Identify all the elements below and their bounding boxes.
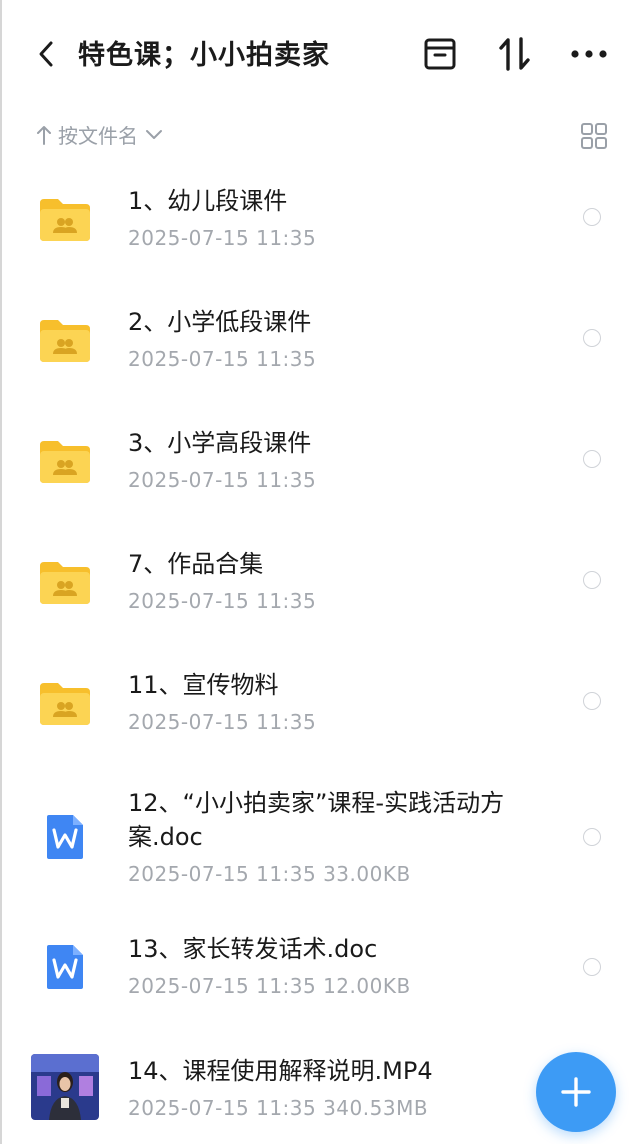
file-name: 1、幼儿段课件 xyxy=(128,187,288,215)
file-meta: 2025-07-15 11:35 xyxy=(128,226,317,250)
sort-arrows-icon xyxy=(499,37,530,71)
list-item[interactable]: 1、幼儿段课件 2025-07-15 11:35 xyxy=(0,170,640,280)
word-doc-icon xyxy=(34,936,96,998)
more-dots-icon xyxy=(571,50,607,58)
file-name: 11、宣传物料 xyxy=(128,671,279,699)
file-meta: 2025-07-15 11:35 xyxy=(128,347,317,371)
folder-icon xyxy=(34,188,96,250)
select-radio[interactable] xyxy=(583,208,601,226)
file-name: 3、小学高段课件 xyxy=(128,429,312,457)
file-name-line-1: 12、“小小拍卖家”课程-实践活动方 xyxy=(128,789,505,817)
chevron-left-icon xyxy=(39,41,53,67)
archive-button[interactable] xyxy=(418,32,462,76)
sort-label: 按文件名 xyxy=(58,124,138,148)
select-radio[interactable] xyxy=(583,329,601,347)
file-meta: 2025-07-15 11:35 12.00KB xyxy=(128,974,411,998)
page-title: 特色课；小小拍卖家 xyxy=(78,40,330,71)
folder-icon xyxy=(34,430,96,492)
back-button[interactable] xyxy=(28,34,64,74)
select-radio[interactable] xyxy=(583,958,601,976)
list-item[interactable]: 12、“小小拍卖家”课程-实践活动方 案.doc 2025-07-15 11:3… xyxy=(0,784,640,904)
folder-icon xyxy=(34,309,96,371)
sort-button[interactable] xyxy=(493,32,537,76)
archive-box-icon xyxy=(424,38,456,70)
folder-icon xyxy=(34,672,96,734)
file-meta: 2025-07-15 11:35 xyxy=(128,589,317,613)
add-button[interactable] xyxy=(536,1052,616,1132)
select-radio[interactable] xyxy=(583,571,601,589)
select-radio[interactable] xyxy=(583,450,601,468)
folder-icon xyxy=(34,551,96,613)
file-name: 14、课程使用解释说明.MP4 xyxy=(128,1057,433,1085)
list-item[interactable]: 11、宣传物料 2025-07-15 11:35 xyxy=(0,654,640,764)
file-name: 2、小学低段课件 xyxy=(128,308,312,336)
word-doc-icon xyxy=(34,806,96,868)
file-name-line-2: 案.doc xyxy=(128,823,203,851)
list-item[interactable]: 3、小学高段课件 2025-07-15 11:35 xyxy=(0,412,640,522)
chevron-down-icon xyxy=(146,129,162,139)
top-bar: 特色课；小小拍卖家 xyxy=(0,0,640,108)
video-thumbnail xyxy=(31,1054,99,1120)
file-meta: 2025-07-15 11:35 xyxy=(128,710,317,734)
select-radio[interactable] xyxy=(583,692,601,710)
file-meta: 2025-07-15 11:35 xyxy=(128,468,317,492)
file-name: 7、作品合集 xyxy=(128,550,264,578)
list-item[interactable]: 13、家长转发话术.doc 2025-07-15 11:35 12.00KB xyxy=(0,918,640,1028)
arrow-up-icon xyxy=(37,125,51,145)
view-toggle-button[interactable] xyxy=(580,122,608,150)
select-radio[interactable] xyxy=(583,828,601,846)
file-meta: 2025-07-15 11:35 33.00KB xyxy=(128,862,411,886)
plus-icon xyxy=(561,1077,591,1107)
more-button[interactable] xyxy=(567,32,611,76)
file-name: 13、家长转发话术.doc xyxy=(128,935,378,963)
list-item[interactable]: 2、小学低段课件 2025-07-15 11:35 xyxy=(0,291,640,401)
grid-view-icon xyxy=(581,123,607,149)
file-meta: 2025-07-15 11:35 340.53MB xyxy=(128,1096,429,1120)
sort-bar: 按文件名 xyxy=(0,112,640,156)
list-item[interactable]: 7、作品合集 2025-07-15 11:35 xyxy=(0,533,640,643)
sort-by-name-button[interactable]: 按文件名 xyxy=(36,120,164,149)
